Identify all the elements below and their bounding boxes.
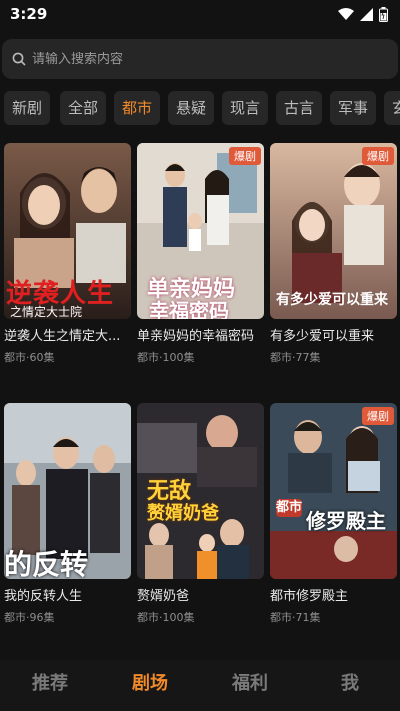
bottom-nav: 推荐 剧场 福利 我 [0, 660, 400, 711]
tab-ancient-romance[interactable]: 古言 [276, 91, 322, 125]
nav-me[interactable]: 我 [300, 660, 400, 711]
drama-title[interactable]: 我的反转人生 [4, 585, 131, 604]
poster-title: 有多少爱可以重来 [276, 292, 388, 308]
tab-military[interactable]: 军事 [330, 91, 376, 125]
nav-welfare[interactable]: 福利 [200, 660, 300, 711]
drama-poster[interactable]: 逆袭人生 之情定大士院 [4, 143, 131, 319]
nav-recommend[interactable]: 推荐 [0, 660, 100, 711]
status-time: 3:29 [10, 5, 48, 23]
drama-card[interactable]: 的反转 我的反转人生 都市·96集 [4, 403, 131, 625]
drama-poster[interactable]: 无敌 赘婿奶爸 [137, 403, 264, 579]
drama-title[interactable]: 单亲妈妈的幸福密码 [137, 325, 264, 344]
poster-title: 的反转 [4, 548, 89, 579]
poster-tag: 都市 [276, 499, 303, 517]
search-input[interactable] [32, 51, 372, 67]
drama-poster[interactable]: 爆剧 都市 修罗殿主 [270, 403, 397, 579]
tab-all[interactable]: 全部 [60, 91, 106, 125]
hot-badge: 爆剧 [362, 147, 394, 165]
tab-urban[interactable]: 都市 [114, 91, 160, 125]
drama-title[interactable]: 赘婿奶爸 [137, 585, 264, 604]
drama-meta: 都市·96集 [4, 611, 55, 624]
search-icon [12, 52, 26, 66]
drama-card[interactable]: 爆剧 有多少爱可以重来 有多少爱可以重来 都市·77集 [270, 143, 397, 365]
battery-icon [379, 6, 388, 22]
tab-new[interactable]: 新剧 [4, 91, 50, 125]
poster-title: 修罗殿主 [306, 509, 386, 533]
poster-subtitle: 之情定大士院 [10, 305, 83, 319]
tab-fantasy[interactable]: 玄 [384, 91, 400, 125]
drama-card[interactable]: 无敌 赘婿奶爸 赘婿奶爸 都市·100集 [137, 403, 264, 625]
drama-meta: 都市·60集 [4, 351, 55, 364]
category-tabs: 新剧 全部 都市 悬疑 现言 古言 军事 玄 [0, 91, 400, 125]
poster-subtitle: 幸福密码 [149, 299, 229, 319]
hot-badge: 爆剧 [229, 147, 261, 165]
signal-icon [360, 7, 373, 21]
drama-card[interactable]: 爆剧 单亲妈妈 幸福密码 单亲妈妈的幸福密码 都市·100集 [137, 143, 264, 365]
drama-meta: 都市·100集 [137, 351, 195, 364]
status-icons [338, 6, 388, 22]
drama-poster[interactable]: 的反转 [4, 403, 131, 579]
drama-meta: 都市·77集 [270, 351, 321, 364]
search-bar[interactable] [2, 39, 398, 79]
drama-meta: 都市·100集 [137, 611, 195, 624]
drama-title[interactable]: 逆袭人生之情定大... [4, 325, 131, 344]
drama-poster[interactable]: 爆剧 单亲妈妈 幸福密码 [137, 143, 264, 319]
drama-poster[interactable]: 爆剧 有多少爱可以重来 [270, 143, 397, 319]
nav-theater[interactable]: 剧场 [100, 660, 200, 711]
hot-badge: 爆剧 [362, 407, 394, 425]
drama-card[interactable]: 逆袭人生 之情定大士院 逆袭人生之情定大... 都市·60集 [4, 143, 131, 365]
drama-title[interactable]: 都市修罗殿主 [270, 585, 397, 604]
wifi-icon [338, 8, 354, 20]
drama-meta: 都市·71集 [270, 611, 321, 624]
tab-modern-romance[interactable]: 现言 [222, 91, 268, 125]
poster-subtitle: 赘婿奶爸 [147, 503, 219, 524]
tab-suspense[interactable]: 悬疑 [168, 91, 214, 125]
status-bar: 3:29 [0, 0, 400, 28]
drama-card[interactable]: 爆剧 都市 修罗殿主 都市修罗殿主 都市·71集 [270, 403, 397, 625]
drama-title[interactable]: 有多少爱可以重来 [270, 325, 397, 344]
